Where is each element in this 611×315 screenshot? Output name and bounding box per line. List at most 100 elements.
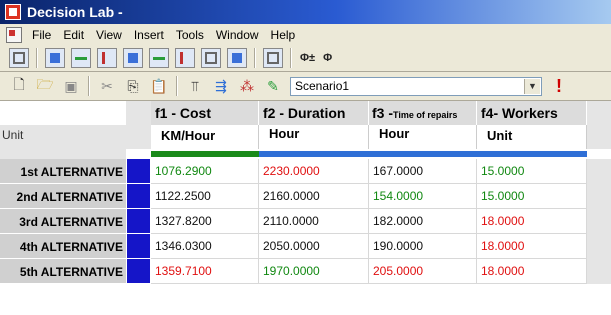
properties-icon[interactable] xyxy=(9,48,29,68)
matrix-icon[interactable] xyxy=(97,48,117,68)
alternatives-grid: f1 - Cost f2 - Duration f3 -Time of repa… xyxy=(0,101,611,315)
grid-header: f1 - Cost f2 - Duration f3 -Time of repa… xyxy=(0,101,611,149)
alternative-color-marker xyxy=(127,234,150,259)
scenario-value: Scenario1 xyxy=(295,79,350,93)
standard-toolbar: 🗋 🗁 ▣ ✂ ⎘ 📋 ⫪ ⇶ ⁂ ✎ Scenario1 ▼ ! xyxy=(0,72,611,101)
table-cell[interactable]: 167.0000 xyxy=(369,159,477,184)
table-row[interactable]: 2nd ALTERNATIVE 1122.2500 2160.0000 154.000… xyxy=(0,184,611,209)
unit-f4[interactable]: Unit xyxy=(477,125,587,149)
chevron-down-icon[interactable]: ▼ xyxy=(524,78,540,94)
criterion-bar-f3 xyxy=(369,151,477,157)
column-header-f2[interactable]: f2 - Duration xyxy=(259,101,369,125)
table-cell[interactable]: 2050.0000 xyxy=(259,234,369,259)
column-title-f2: f2 - Duration xyxy=(263,105,346,121)
toolbar-separator xyxy=(254,48,256,68)
phi-pm-icon[interactable]: Φ± xyxy=(300,52,315,64)
plane-icon[interactable] xyxy=(263,48,283,68)
cut-icon[interactable]: ✂ xyxy=(96,75,118,97)
alert-icon[interactable]: ! xyxy=(556,76,562,97)
row-filler xyxy=(587,184,611,209)
alternative-color-marker xyxy=(127,209,150,234)
table-cell[interactable]: 1076.2900 xyxy=(151,159,259,184)
menu-insert[interactable]: Insert xyxy=(134,28,164,42)
table-cell[interactable]: 1346.0300 xyxy=(151,234,259,259)
alternatives-icon[interactable] xyxy=(71,48,91,68)
alternative-label[interactable]: 4th ALTERNATIVE xyxy=(0,234,126,259)
menu-edit[interactable]: Edit xyxy=(63,28,84,42)
gaia-icon[interactable]: ⁂ xyxy=(236,75,258,97)
row-filler xyxy=(587,259,611,284)
preference-icon[interactable] xyxy=(149,48,169,68)
phi-icon[interactable]: Φ xyxy=(323,52,332,64)
chart-icon[interactable] xyxy=(227,48,247,68)
paste-icon[interactable]: 📋 xyxy=(148,75,170,97)
alternative-label[interactable]: 3rd ALTERNATIVE xyxy=(0,209,126,234)
menu-view[interactable]: View xyxy=(96,28,122,42)
menu-bar: File Edit View Insert Tools Window Help xyxy=(0,24,611,46)
table-row[interactable]: 4th ALTERNATIVE 1346.0300 2050.0000 190.000… xyxy=(0,234,611,259)
table-cell[interactable]: 15.0000 xyxy=(477,184,587,209)
criterion-bar-f1 xyxy=(151,151,259,157)
unit-f2[interactable]: Hour xyxy=(259,125,369,149)
table-cell[interactable]: 2160.0000 xyxy=(259,184,369,209)
column-header-f4[interactable]: f4- Workers xyxy=(477,101,587,125)
table-row[interactable]: 1st ALTERNATIVE 1076.2900 2230.0000 167.000… xyxy=(0,159,611,184)
unit-f1[interactable]: KM/Hour xyxy=(151,125,259,149)
table-cell[interactable]: 190.0000 xyxy=(369,234,477,259)
unit-row-marker xyxy=(126,125,151,149)
new-file-icon[interactable]: 🗋 xyxy=(8,75,30,97)
toolbar-separator xyxy=(176,76,178,96)
compute-icon[interactable] xyxy=(175,48,195,68)
criterion-bar-f4 xyxy=(477,151,587,157)
table-icon[interactable] xyxy=(201,48,221,68)
table-cell[interactable]: 18.0000 xyxy=(477,234,587,259)
table-row[interactable]: 5th ALTERNATIVE 1359.7100 1970.0000 205.000… xyxy=(0,259,611,284)
scenario-tool-icon[interactable]: ✎ xyxy=(262,75,284,97)
row-filler xyxy=(587,159,611,184)
column-header-f1[interactable]: f1 - Cost xyxy=(151,101,259,125)
table-cell[interactable]: 205.0000 xyxy=(369,259,477,284)
alternative-label[interactable]: 2nd ALTERNATIVE xyxy=(0,184,126,209)
column-header-f3[interactable]: f3 -Time of repairs xyxy=(369,101,477,125)
unit-f3[interactable]: Hour xyxy=(369,125,477,149)
table-cell[interactable]: 182.0000 xyxy=(369,209,477,234)
column-title-f4: f4- Workers xyxy=(481,105,558,121)
header-filler xyxy=(587,101,611,149)
menu-tools[interactable]: Tools xyxy=(176,28,204,42)
scenario-select[interactable]: Scenario1 ▼ xyxy=(290,76,542,96)
row-filler xyxy=(587,234,611,259)
criteria-icon[interactable] xyxy=(45,48,65,68)
menu-window[interactable]: Window xyxy=(216,28,259,42)
column-title-f3: f3 - xyxy=(372,105,393,121)
filter-icon[interactable]: ⫪ xyxy=(184,75,206,97)
toolbar-separator xyxy=(36,48,38,68)
toolbar-separator xyxy=(290,48,292,68)
table-cell[interactable]: 18.0000 xyxy=(477,259,587,284)
table-cell[interactable]: 18.0000 xyxy=(477,209,587,234)
table-cell[interactable]: 1327.8200 xyxy=(151,209,259,234)
table-row[interactable]: 3rd ALTERNATIVE 1327.8200 2110.0000 182.000… xyxy=(0,209,611,234)
alternative-label[interactable]: 1st ALTERNATIVE xyxy=(0,159,126,184)
save-icon[interactable]: ▣ xyxy=(60,75,82,97)
table-cell[interactable]: 1122.2500 xyxy=(151,184,259,209)
weights-icon[interactable] xyxy=(123,48,143,68)
alternative-label[interactable]: 5th ALTERNATIVE xyxy=(0,259,126,284)
menu-file[interactable]: File xyxy=(32,28,51,42)
open-folder-icon[interactable]: 🗁 xyxy=(34,75,56,97)
analysis-toolbar: Φ± Φ xyxy=(0,45,611,72)
table-cell[interactable]: 1970.0000 xyxy=(259,259,369,284)
app-icon xyxy=(5,4,21,20)
copy-icon[interactable]: ⎘ xyxy=(122,75,144,97)
table-cell[interactable]: 2110.0000 xyxy=(259,209,369,234)
table-cell[interactable]: 154.0000 xyxy=(369,184,477,209)
table-cell[interactable]: 1359.7100 xyxy=(151,259,259,284)
table-cell[interactable]: 15.0000 xyxy=(477,159,587,184)
document-icon[interactable] xyxy=(6,26,22,43)
tree-icon[interactable]: ⇶ xyxy=(210,75,232,97)
alternative-color-marker xyxy=(127,159,150,184)
bar-row-label xyxy=(0,149,126,159)
menu-help[interactable]: Help xyxy=(271,28,296,42)
title-bar: Decision Lab - xyxy=(0,0,611,24)
table-cell[interactable]: 2230.0000 xyxy=(259,159,369,184)
alternative-color-marker xyxy=(127,184,150,209)
